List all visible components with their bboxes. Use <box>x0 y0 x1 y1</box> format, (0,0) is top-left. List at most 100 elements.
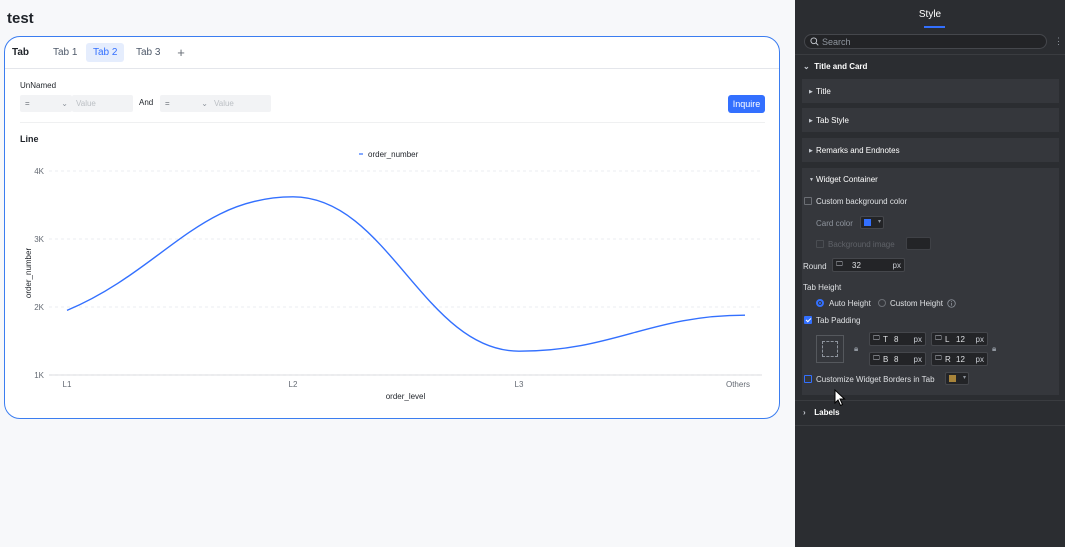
pad-unit: px <box>975 355 984 364</box>
round-unit: px <box>892 261 901 270</box>
lock-icon[interactable]: 🔒︎ <box>854 344 858 354</box>
section-label: ▶ Remarks and Endnotes <box>809 146 900 155</box>
filter-operator-select-1[interactable]: = ⌄ <box>20 95 72 112</box>
chart-title: Line <box>20 134 39 144</box>
x-tick-label: Others <box>726 380 750 389</box>
color-swatch <box>864 219 871 226</box>
tab-widget-title: Tab <box>12 47 30 58</box>
padding-preview <box>816 335 844 363</box>
card-color-label: Card color <box>816 219 853 228</box>
padding-right-input[interactable]: 🖵 R 12 px <box>931 352 988 366</box>
tab-padding-label: Tab Padding <box>816 316 861 325</box>
line-chart: 1K 2K 3K 4K L1 L2 L3 Others order_level order_num… <box>24 150 762 401</box>
x-tick-label: L3 <box>515 380 524 389</box>
tab-padding-checkbox[interactable] <box>804 316 812 324</box>
custom-height-radio[interactable] <box>878 299 886 307</box>
x-tick-label: L2 <box>289 380 298 389</box>
x-tick-label: L1 <box>63 380 72 389</box>
dashboard-canvas: test Tab Tab 1 Tab 2 Tab 3 + UnNamed = ⌄… <box>0 0 795 547</box>
card-color-picker[interactable]: ▾ <box>860 216 884 229</box>
round-value: 32 <box>852 261 861 270</box>
filter-value-input-2[interactable]: Value <box>210 95 271 112</box>
divider <box>795 54 1065 55</box>
round-input[interactable]: 🖵 32 px <box>832 258 905 272</box>
auto-height-radio[interactable] <box>816 299 824 307</box>
divider <box>795 425 1065 426</box>
section-title[interactable]: ▶ Title <box>802 79 1059 103</box>
active-tab-indicator <box>924 26 945 28</box>
operator-value: = <box>165 99 170 108</box>
monitor-icon: 🖵 <box>873 335 880 342</box>
monitor-icon: 🖵 <box>873 355 880 362</box>
tab-1[interactable]: Tab 1 <box>46 43 84 62</box>
filter-value-input-1[interactable]: Value <box>72 95 133 112</box>
and-label: And <box>139 98 154 107</box>
search-input[interactable] <box>822 36 1032 48</box>
y-tick-label: 2K <box>34 303 44 312</box>
labels-label: Labels <box>814 408 840 417</box>
custom-bg-checkbox[interactable] <box>804 197 812 205</box>
more-options-icon[interactable]: ⋮ <box>1054 37 1063 47</box>
filter-label: UnNamed <box>20 81 57 90</box>
mouse-cursor-icon <box>834 389 846 407</box>
auto-height-label: Auto Height <box>829 299 871 308</box>
padding-preview-inner <box>822 341 838 357</box>
x-axis-label: order_level <box>386 392 426 401</box>
inquire-button[interactable]: Inquire <box>728 95 765 113</box>
caret-right-icon: ▶ <box>809 118 813 124</box>
tab-2[interactable]: Tab 2 <box>86 43 125 62</box>
y-tick-label: 1K <box>34 371 44 380</box>
custom-borders-checkbox[interactable] <box>804 375 812 383</box>
divider <box>20 122 765 123</box>
add-tab-button[interactable]: + <box>174 43 188 62</box>
filter-operator-select-2[interactable]: = ⌄ <box>160 95 212 112</box>
caret-right-icon: ▶ <box>809 148 813 154</box>
border-color-picker[interactable]: ▾ <box>945 372 969 385</box>
operator-value: = <box>25 99 30 108</box>
section-label: ▶ Tab Style <box>809 116 849 125</box>
tab-widget-card[interactable]: Tab Tab 1 Tab 2 Tab 3 + UnNamed = ⌄ Valu… <box>4 36 780 419</box>
group-title-and-card[interactable]: ⌄ Title and Card <box>803 62 867 71</box>
section-label: ▶ Title <box>809 87 831 96</box>
pad-unit: px <box>913 355 922 364</box>
bg-image-checkbox[interactable] <box>816 240 824 248</box>
padding-bottom-input[interactable]: 🖵 B 8 px <box>869 352 926 366</box>
chevron-down-icon: ▾ <box>877 219 881 225</box>
panel-tab-style[interactable]: Style <box>919 9 941 20</box>
tab-3[interactable]: Tab 3 <box>129 43 167 62</box>
tab-height-label: Tab Height <box>803 283 842 292</box>
pad-t-label: T <box>883 335 888 344</box>
bg-image-picker[interactable] <box>906 237 931 250</box>
custom-bg-label: Custom background color <box>816 197 908 206</box>
y-tick-label: 4K <box>34 167 44 176</box>
caret-right-icon: ▶ <box>809 89 813 95</box>
pad-b-value: 8 <box>894 355 899 364</box>
section-remarks-and-endnotes[interactable]: ▶ Remarks and Endnotes <box>802 138 1059 162</box>
pad-r-label: R <box>945 355 951 364</box>
lock-icon[interactable]: 🔒︎ <box>992 344 996 354</box>
section-tab-style[interactable]: ▶ Tab Style <box>802 108 1059 132</box>
padding-top-input[interactable]: 🖵 T 8 px <box>869 332 926 346</box>
custom-height-label: Custom Height <box>890 299 943 308</box>
color-swatch <box>949 375 956 382</box>
monitor-icon: 🖵 <box>836 261 843 268</box>
section-header-widget-container[interactable]: ▼ Widget Container <box>809 175 878 184</box>
group-label: Title and Card <box>814 62 868 71</box>
pad-l-value: 12 <box>956 335 965 344</box>
legend-label: order_number <box>368 150 419 159</box>
y-tick-label: 3K <box>34 235 44 244</box>
section-labels[interactable]: › Labels <box>803 408 840 417</box>
padding-left-input[interactable]: 🖵 L 12 px <box>931 332 988 346</box>
custom-borders-label: Customize Widget Borders in Tab <box>816 375 935 384</box>
tab-bar: Tab Tab 1 Tab 2 Tab 3 + <box>5 37 779 69</box>
style-panel: Style ⋮ ⌄ Title and Card ▶Title ▶Tab Sty… <box>795 0 1065 547</box>
pad-r-value: 12 <box>956 355 965 364</box>
caret-down-icon: ▼ <box>809 177 814 183</box>
pad-l-label: L <box>945 335 950 344</box>
info-icon[interactable] <box>947 299 956 308</box>
search-box[interactable] <box>804 34 1047 49</box>
page-title: test <box>7 10 34 27</box>
chevron-down-icon: ▾ <box>962 375 966 381</box>
chevron-down-icon: ⌄ <box>61 99 68 108</box>
pad-unit: px <box>913 335 922 344</box>
